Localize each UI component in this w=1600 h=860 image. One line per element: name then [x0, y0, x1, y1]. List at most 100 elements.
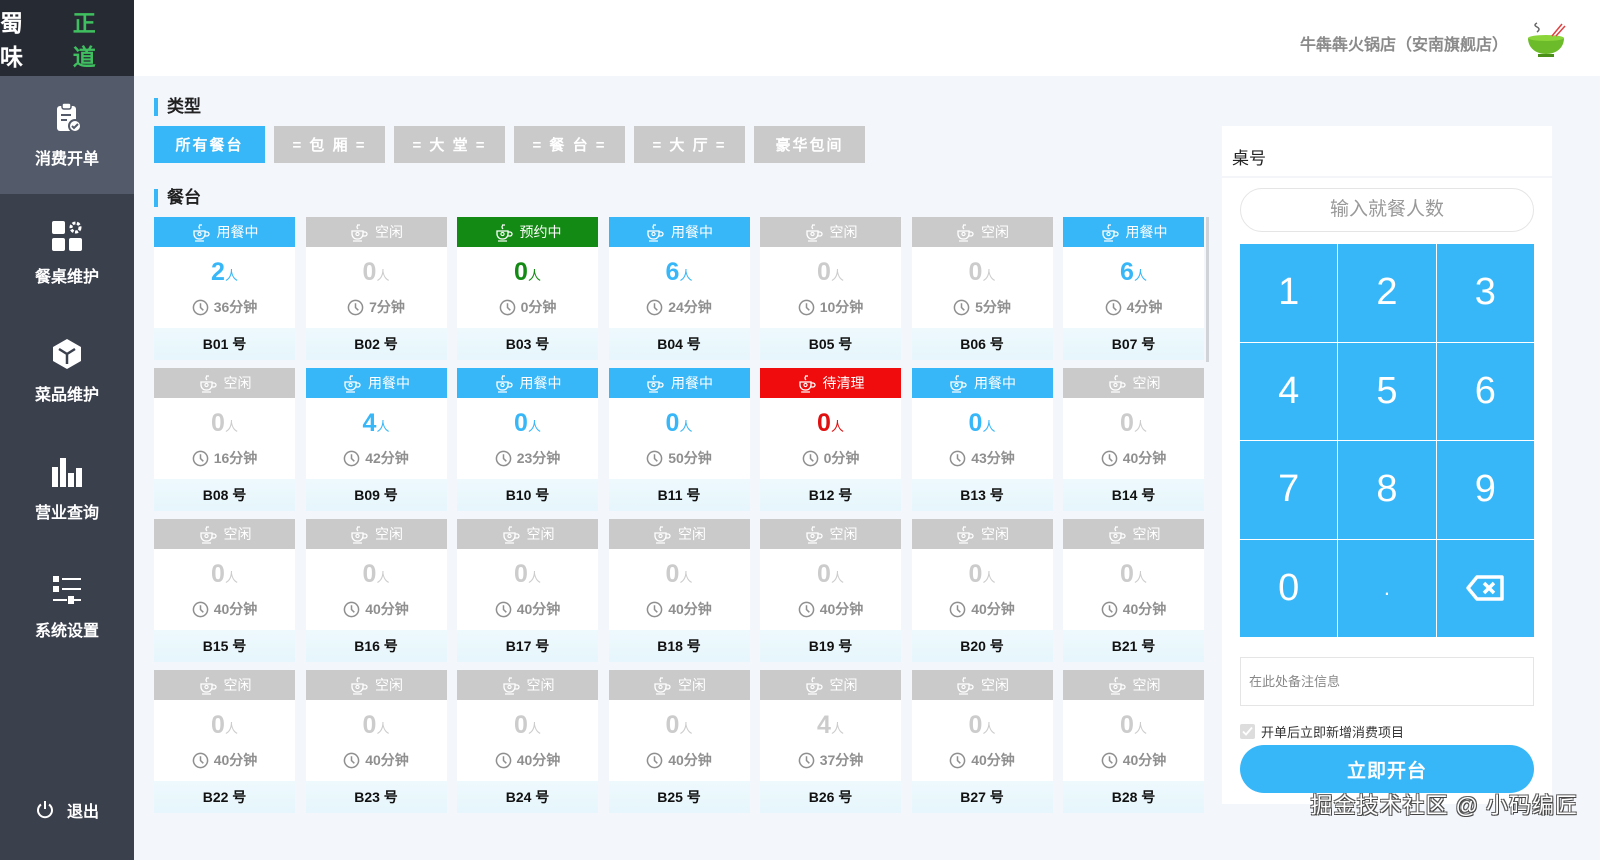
sidebar-item-reports[interactable]: 营业查询	[0, 430, 134, 548]
keypad-key-6[interactable]: 6	[1436, 342, 1534, 440]
table-people-count: 6人	[666, 257, 693, 291]
keypad-backspace-button[interactable]	[1436, 539, 1534, 637]
table-card[interactable]: 用餐中 0人 50分钟 B11 号	[608, 368, 750, 511]
table-number: B05 号	[760, 328, 901, 360]
clock-icon	[495, 752, 512, 768]
clock-icon	[798, 299, 815, 315]
auto-add-items-checkbox[interactable]: 开单后立即新增消费项目	[1240, 722, 1404, 741]
table-status-label: 待清理	[822, 375, 865, 391]
bar-chart-icon	[52, 458, 82, 487]
people-unit: 人	[679, 721, 693, 736]
elapsed-time-text: 42分钟	[365, 450, 409, 466]
table-card[interactable]: 空闲 0人 7分钟 B02 号	[305, 217, 447, 360]
table-card[interactable]: 空闲 0人 40分钟 B20 号	[911, 519, 1053, 662]
table-card[interactable]: 用餐中 6人 24分钟 B04 号	[608, 217, 750, 360]
people-number: 0	[362, 560, 377, 588]
table-card[interactable]: 空闲 0人 16分钟 B08 号	[154, 368, 295, 511]
type-filter-button[interactable]: = 大 堂 =	[394, 126, 505, 163]
table-status-label: 空闲	[981, 224, 1009, 240]
table-card[interactable]: 空闲 0人 10分钟 B05 号	[760, 217, 901, 360]
keypad-key-8[interactable]: 8	[1338, 441, 1436, 539]
table-card[interactable]: 空闲 0人 40分钟 B14 号	[1063, 368, 1204, 511]
people-number: 6	[665, 258, 680, 286]
logout-button[interactable]: 退出	[0, 798, 134, 822]
table-card[interactable]: 空闲 4人 37分钟 B26 号	[760, 670, 901, 813]
keypad-key-5[interactable]: 5	[1338, 342, 1436, 440]
table-card[interactable]: 空闲 0人 40分钟 B15 号	[154, 519, 295, 662]
elapsed-time-text: 4分钟	[1126, 299, 1163, 315]
table-card[interactable]: 空闲 0人 40分钟 B27 号	[911, 670, 1053, 813]
teacup-icon	[192, 224, 210, 242]
type-filter-button[interactable]: 所有餐台	[154, 126, 265, 163]
keypad-key-9[interactable]: 9	[1436, 441, 1534, 539]
table-card[interactable]: 用餐中 6人 4分钟 B07 号	[1063, 217, 1204, 360]
table-card[interactable]: 用餐中 4人 42分钟 B09 号	[305, 368, 447, 511]
remark-input[interactable]	[1240, 657, 1534, 706]
sidebar-item-settings[interactable]: 系统设置	[0, 548, 134, 666]
table-card[interactable]: 空闲 0人 40分钟 B25 号	[608, 670, 750, 813]
keypad-key-3[interactable]: 3	[1436, 244, 1534, 342]
teacup-icon	[805, 224, 823, 242]
table-people-count: 0人	[514, 559, 541, 593]
table-people-count: 0人	[817, 257, 844, 291]
clock-icon	[192, 601, 209, 617]
keypad-key-7[interactable]: 7	[1240, 441, 1338, 539]
open-table-button[interactable]: 立即开台	[1240, 745, 1534, 793]
table-people-count: 0人	[514, 257, 541, 291]
table-card[interactable]: 待清理 0人 0分钟 B12 号	[760, 368, 901, 511]
elapsed-time-text: 40分钟	[668, 601, 712, 617]
table-card[interactable]: 用餐中 0人 23分钟 B10 号	[457, 368, 598, 511]
table-number: B27 号	[911, 781, 1053, 813]
table-status-header: 空闲	[154, 368, 295, 398]
keypad-key-0[interactable]: 0	[1240, 539, 1338, 637]
clock-icon	[802, 450, 818, 466]
table-card[interactable]: 空闲 0人 5分钟 B06 号	[911, 217, 1053, 360]
people-unit: 人	[224, 419, 238, 434]
table-status-header: 空闲	[1063, 519, 1204, 549]
sidebar-item-order[interactable]: 消费开单	[0, 76, 134, 194]
table-elapsed-time: 43分钟	[949, 448, 1015, 468]
table-card[interactable]: 空闲 0人 40分钟 B19 号	[760, 519, 901, 662]
teacup-icon	[654, 677, 671, 695]
table-card[interactable]: 用餐中 0人 43分钟 B13 号	[911, 368, 1053, 511]
table-grid-scrollbar[interactable]	[1206, 217, 1209, 362]
type-filter-button[interactable]: = 大 厅 =	[634, 126, 745, 163]
table-people-count: 0人	[969, 559, 996, 593]
table-card[interactable]: 空闲 0人 40分钟 B17 号	[457, 519, 598, 662]
people-unit: 人	[830, 268, 844, 283]
people-unit: 人	[224, 721, 238, 736]
keypad-key-2[interactable]: 2	[1338, 244, 1436, 342]
teacup-icon	[1101, 224, 1119, 242]
table-card[interactable]: 用餐中 2人 36分钟 B01 号	[154, 217, 295, 360]
table-number-label: 桌号	[1222, 126, 1552, 178]
type-filter-button[interactable]: = 包 厢 =	[274, 126, 385, 163]
table-status-header: 空闲	[154, 670, 295, 700]
logo-text-green: 正 道	[72, 10, 101, 70]
sidebar-item-tables[interactable]: 餐桌维护	[0, 194, 134, 312]
guest-count-input[interactable]	[1240, 188, 1534, 232]
table-card[interactable]: 空闲 0人 40分钟 B22 号	[154, 670, 295, 813]
people-number: 0	[968, 711, 983, 739]
table-card[interactable]: 空闲 0人 40分钟 B18 号	[608, 519, 750, 662]
keypad-key-4[interactable]: 4	[1240, 342, 1338, 440]
type-filter-button[interactable]: = 餐 台 =	[514, 126, 625, 163]
clipboard-check-icon	[57, 102, 82, 133]
table-card-body: 0人 40分钟	[457, 549, 598, 630]
table-number: B12 号	[760, 479, 901, 511]
table-card[interactable]: 空闲 0人 40分钟 B16 号	[305, 519, 447, 662]
people-unit: 人	[830, 570, 844, 585]
keypad-key-dot[interactable]: .	[1338, 539, 1436, 637]
sidebar-item-dishes[interactable]: 菜品维护	[0, 312, 134, 430]
type-filter-button[interactable]: 豪华包间	[754, 126, 865, 163]
teacup-icon	[1108, 677, 1126, 695]
checkbox-box[interactable]	[1240, 724, 1255, 739]
table-card[interactable]: 空闲 0人 40分钟 B24 号	[457, 670, 598, 813]
logout-label: 退出	[66, 804, 99, 821]
table-card[interactable]: 空闲 0人 40分钟 B28 号	[1063, 670, 1204, 813]
keypad-key-1[interactable]: 1	[1240, 244, 1338, 342]
sidebar-item-label: 系统设置	[34, 623, 99, 640]
table-card[interactable]: 空闲 0人 40分钟 B21 号	[1063, 519, 1204, 662]
table-card[interactable]: 空闲 0人 40分钟 B23 号	[305, 670, 447, 813]
table-card[interactable]: 预约中 0人 0分钟 B03 号	[457, 217, 598, 360]
logo-text-white: 蜀 味	[0, 10, 28, 70]
